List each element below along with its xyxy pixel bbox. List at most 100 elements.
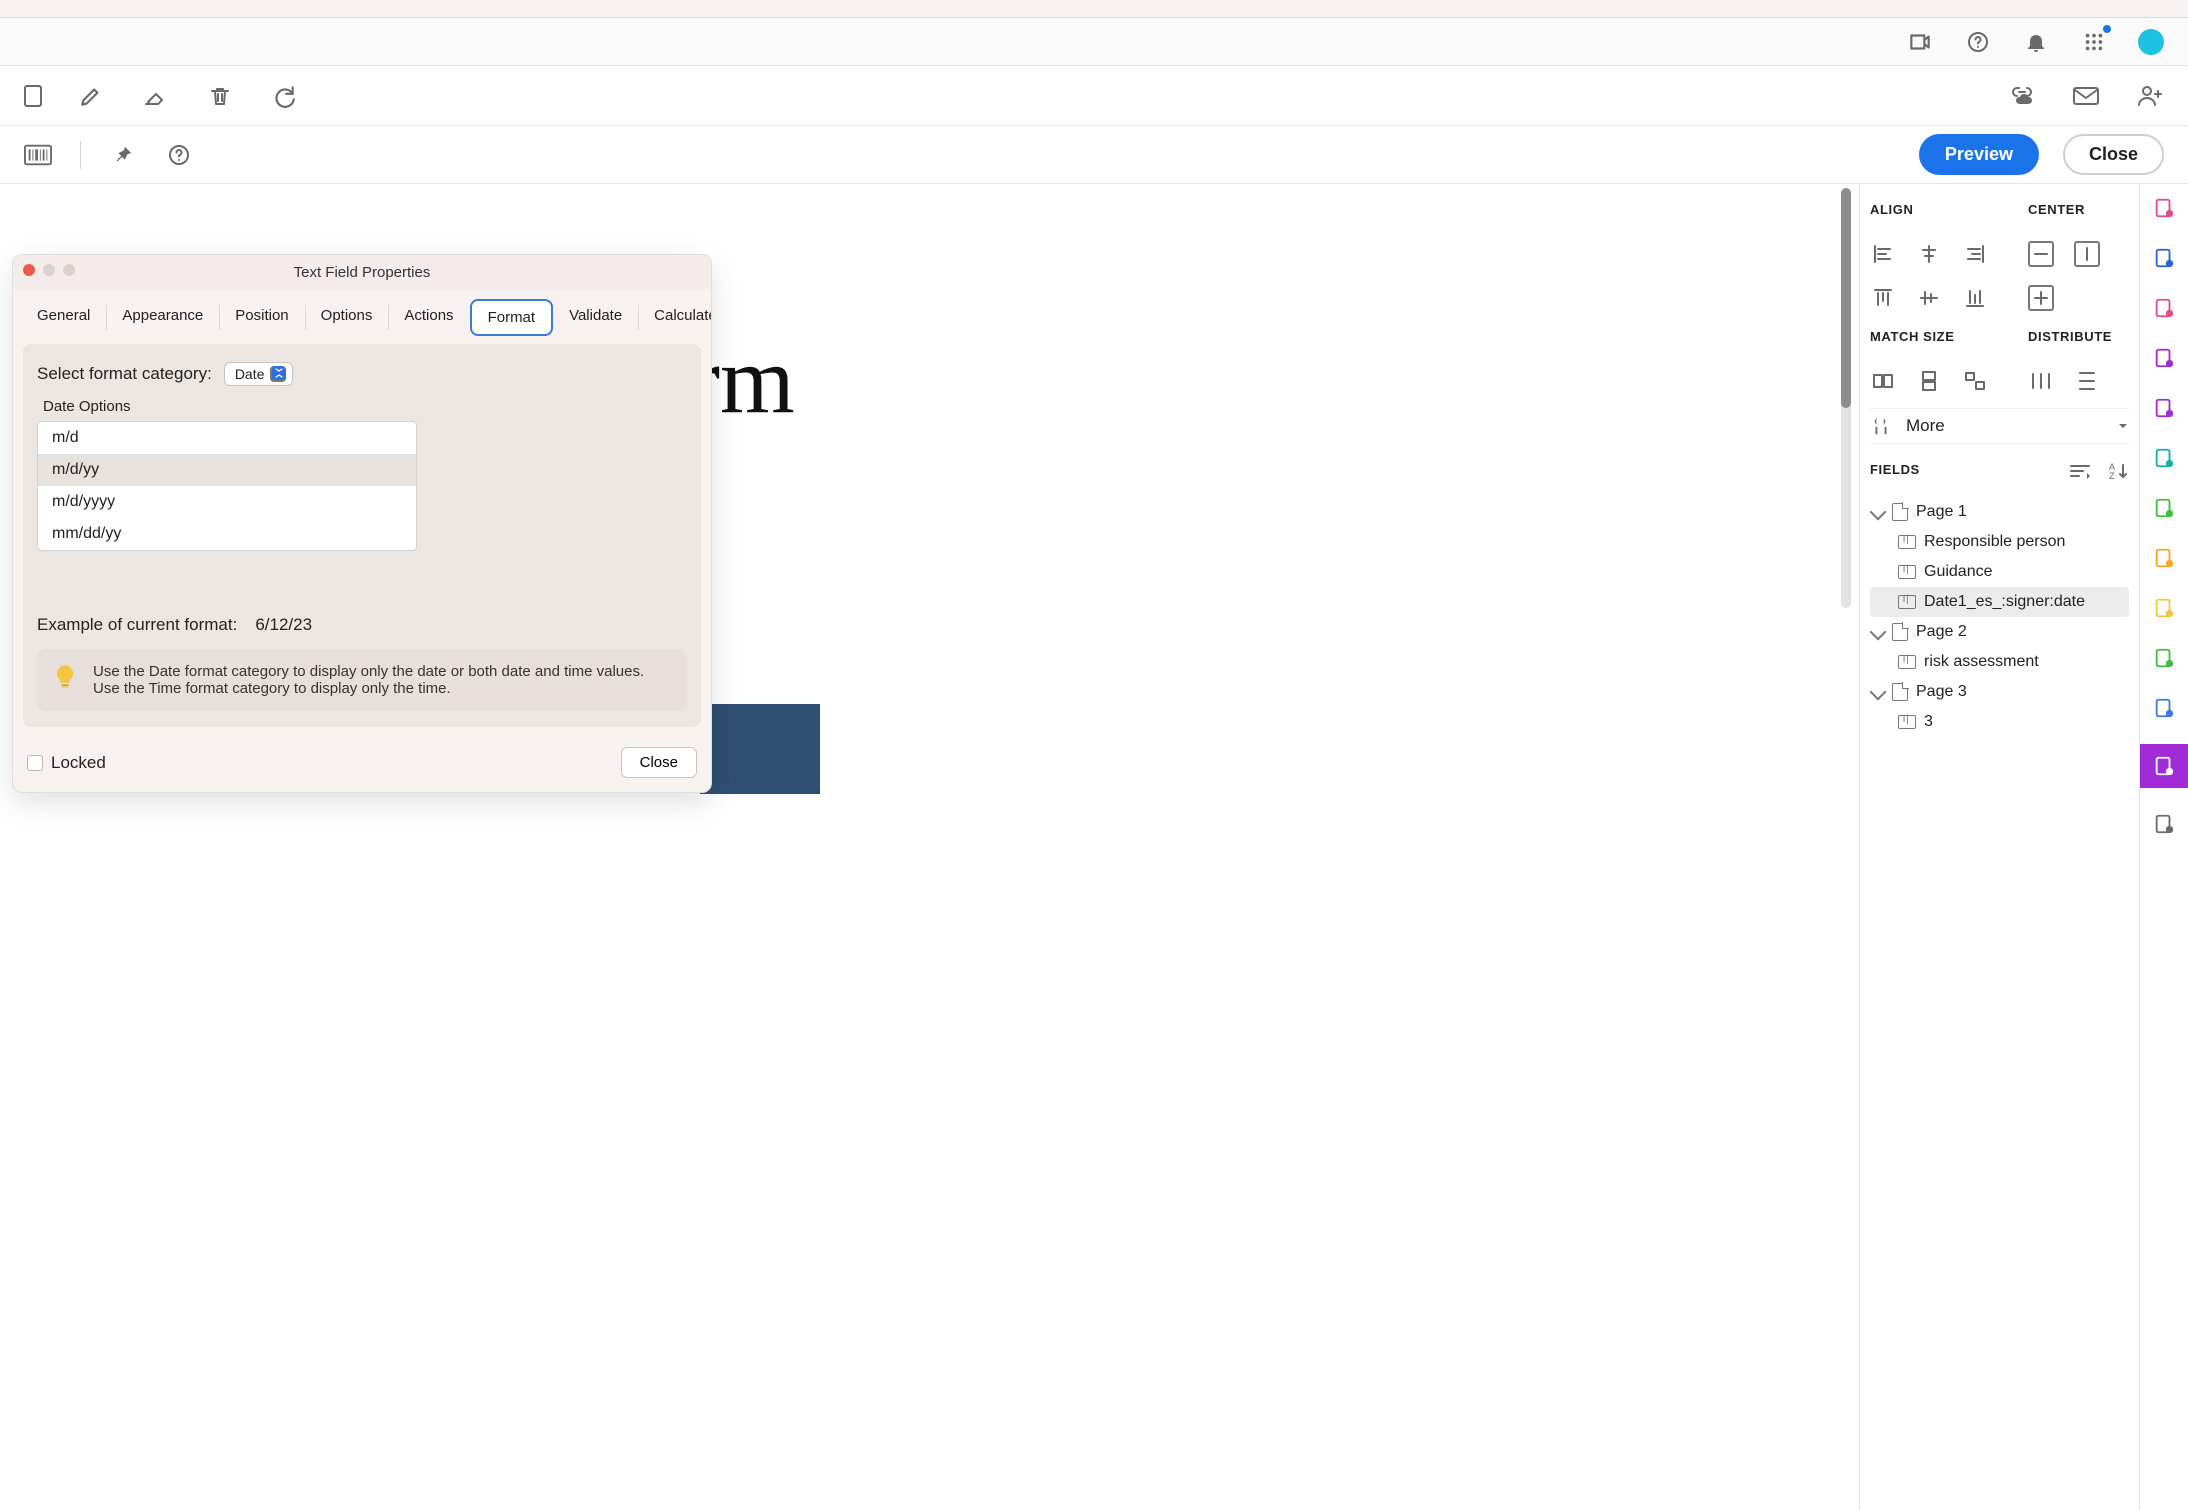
tab-options[interactable]: Options [305, 299, 389, 336]
dialog-titlebar[interactable]: Text Field Properties [13, 255, 711, 289]
signer-icon[interactable] [2150, 344, 2178, 372]
right-tool-strip [2140, 184, 2188, 1510]
fields-sort-icon[interactable]: AZ [2109, 462, 2129, 480]
format-category-select[interactable]: Date [224, 362, 294, 386]
tab-position[interactable]: Position [219, 299, 304, 336]
prefs-icon[interactable] [2150, 810, 2178, 838]
doc-scrollbar[interactable] [1841, 188, 1851, 608]
help2-icon[interactable] [165, 141, 193, 169]
tools-icon [1870, 415, 1892, 437]
help-icon[interactable] [1964, 28, 1992, 56]
barcode-icon[interactable] [24, 141, 52, 169]
mail-icon[interactable] [2072, 82, 2100, 110]
convert-icon[interactable] [2150, 244, 2178, 272]
fields-filter-icon[interactable] [2069, 463, 2091, 479]
tab-calculate[interactable]: Calculate [638, 299, 712, 336]
locked-checkbox[interactable]: Locked [27, 753, 106, 773]
note-icon[interactable] [2150, 544, 2178, 572]
comment-icon[interactable] [2150, 594, 2178, 622]
add-user-icon[interactable] [2136, 82, 2164, 110]
eraser-icon[interactable] [142, 82, 170, 110]
tree-field-node[interactable]: 3 [1870, 707, 2129, 737]
toolbar-divider [80, 141, 81, 169]
text-field-icon [1898, 715, 1916, 729]
align-left-icon[interactable] [1870, 241, 1896, 267]
align-heading: ALIGN [1870, 202, 1988, 217]
highlight-icon[interactable] [2150, 294, 2178, 322]
align-right-icon[interactable] [1962, 241, 1988, 267]
doc-scroll-thumb[interactable] [1841, 188, 1851, 408]
checkbox-box[interactable] [27, 755, 43, 771]
date-field-icon [1898, 595, 1916, 609]
print-icon[interactable] [2150, 644, 2178, 672]
text-field-properties-dialog: Text Field Properties General Appearance… [12, 254, 712, 793]
redact-icon[interactable] [2150, 444, 2178, 472]
tab-appearance[interactable]: Appearance [106, 299, 219, 336]
protect-icon[interactable] [2150, 694, 2178, 722]
more-button[interactable]: More [1870, 408, 2129, 444]
more-caret-icon [2117, 420, 2129, 432]
create-pdf-icon[interactable] [2150, 194, 2178, 222]
fields-tree[interactable]: Page 1Responsible personGuidanceDate1_es… [1870, 497, 2129, 737]
match-both-icon[interactable] [1962, 368, 1988, 394]
document-icon[interactable] [24, 85, 42, 107]
distribute-h-icon[interactable] [2028, 368, 2054, 394]
date-format-listbox[interactable]: m/dm/d/yym/d/yyyymm/dd/yy [37, 421, 417, 551]
tree-field-node[interactable]: Responsible person [1870, 527, 2129, 557]
date-format-option[interactable]: m/d/yy [38, 454, 416, 486]
tab-general[interactable]: General [21, 299, 106, 336]
traffic-lights[interactable] [23, 264, 75, 276]
close-window-icon[interactable] [23, 264, 35, 276]
highlighter-icon[interactable] [78, 82, 106, 110]
tab-format[interactable]: Format [470, 299, 554, 336]
chevron-down-icon [1870, 504, 1887, 521]
center-h-icon[interactable] [2028, 241, 2054, 267]
fields-heading: FIELDS [1870, 462, 1920, 477]
tab-validate[interactable]: Validate [553, 299, 638, 336]
svg-text:Z: Z [2109, 471, 2115, 480]
center-heading: CENTER [2028, 202, 2100, 217]
user-avatar[interactable] [2138, 29, 2164, 55]
link-cloud-icon[interactable] [2008, 82, 2036, 110]
center-v-icon[interactable] [2074, 241, 2100, 267]
tree-page-node[interactable]: Page 2 [1870, 617, 2129, 647]
redo-icon[interactable] [270, 82, 298, 110]
tree-page-node[interactable]: Page 1 [1870, 497, 2129, 527]
align-center-v-icon[interactable] [1916, 285, 1942, 311]
share-tray-icon[interactable] [1906, 28, 1934, 56]
sign-icon[interactable] [2150, 394, 2178, 422]
close-form-button[interactable]: Close [2063, 134, 2164, 175]
match-height-icon[interactable] [1916, 368, 1942, 394]
document-area[interactable]: orm ds) Text Field Properties General Ap… [0, 184, 1860, 1510]
dialog-tabs: General Appearance Position Options Acti… [13, 299, 711, 336]
format-hint: Use the Date format category to display … [37, 649, 687, 711]
bell-icon[interactable] [2022, 28, 2050, 56]
lightbulb-icon [51, 663, 79, 691]
match-width-icon[interactable] [1870, 368, 1896, 394]
center-both-icon[interactable] [2028, 285, 2054, 311]
date-format-option[interactable]: mm/dd/yy [38, 518, 416, 550]
date-field-highlight[interactable] [700, 704, 820, 794]
tree-field-node[interactable]: Guidance [1870, 557, 2129, 587]
date-format-option[interactable]: m/d/yyyy [38, 486, 416, 518]
minimize-window-icon [43, 264, 55, 276]
form-icon[interactable] [2140, 744, 2188, 788]
preview-button[interactable]: Preview [1919, 134, 2039, 175]
distribute-v-icon[interactable] [2074, 368, 2100, 394]
tree-field-node[interactable]: Date1_es_:signer:date [1870, 587, 2129, 617]
align-top-icon[interactable] [1870, 285, 1896, 311]
trash-icon[interactable] [206, 82, 234, 110]
window-chrome-top [0, 0, 2188, 18]
dialog-footer: Locked Close [13, 737, 711, 792]
tree-field-node[interactable]: risk assessment [1870, 647, 2129, 677]
tree-page-node[interactable]: Page 3 [1870, 677, 2129, 707]
crop-icon[interactable] [2150, 494, 2178, 522]
align-bottom-icon[interactable] [1962, 285, 1988, 311]
dialog-close-button[interactable]: Close [621, 747, 697, 778]
pin-icon[interactable] [109, 141, 137, 169]
app-grid-icon[interactable] [2080, 28, 2108, 56]
tab-actions[interactable]: Actions [388, 299, 469, 336]
date-format-option[interactable]: m/d [38, 422, 416, 454]
dialog-title: Text Field Properties [13, 264, 711, 281]
align-center-h-icon[interactable] [1916, 241, 1942, 267]
